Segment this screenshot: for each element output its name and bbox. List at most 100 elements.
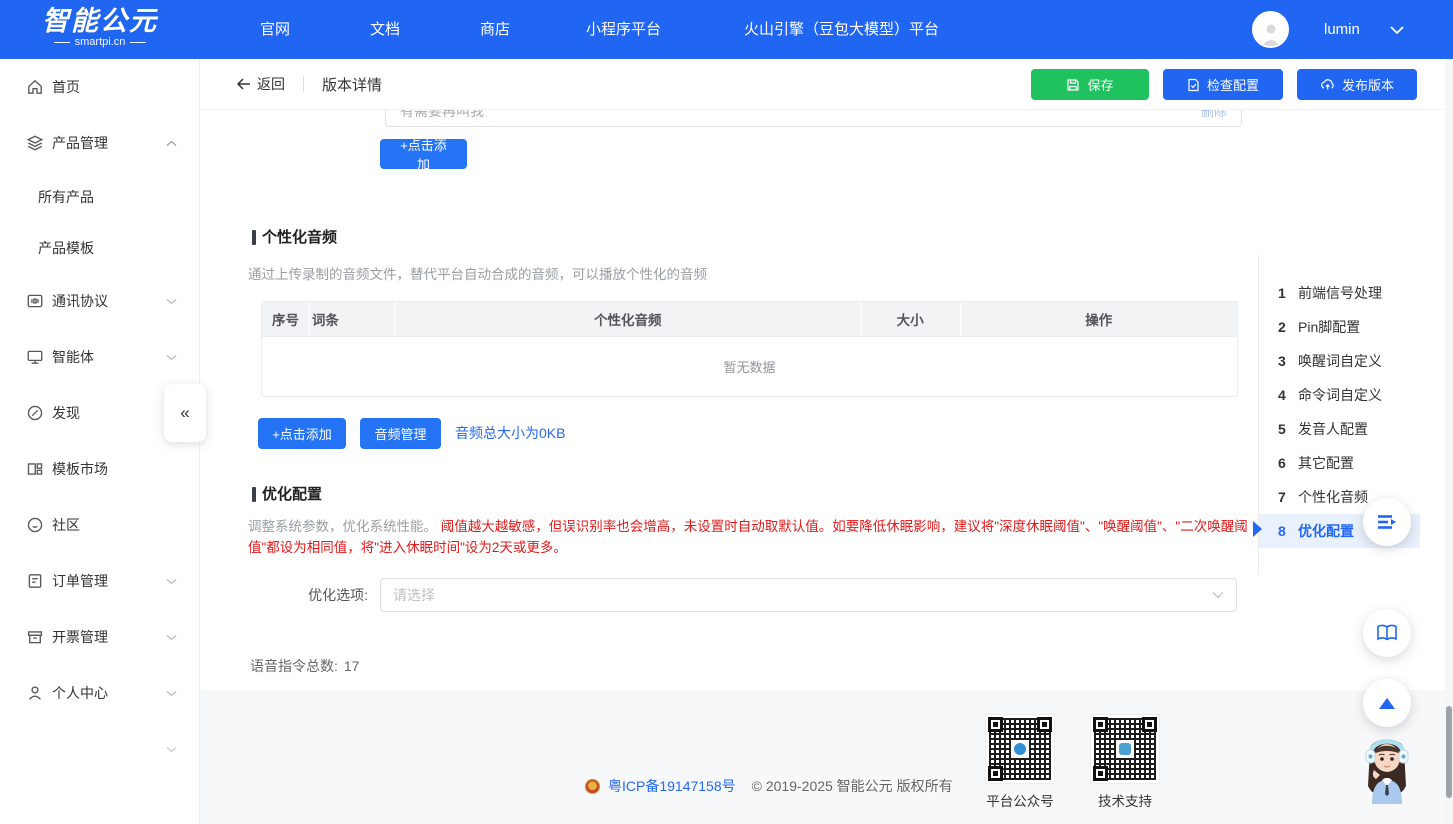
chevron-down-icon xyxy=(166,634,177,641)
sidebar-item-orders[interactable]: 订单管理 xyxy=(0,553,199,609)
qr2-label: 技术支持 xyxy=(1080,790,1170,810)
save-button[interactable]: 保存 xyxy=(1031,69,1149,100)
home-icon xyxy=(26,78,44,96)
collapse-icon: « xyxy=(180,403,189,423)
step-item-5[interactable]: 5发音人配置 xyxy=(1259,412,1420,446)
cloud-upload-icon xyxy=(1320,78,1335,91)
compass-icon xyxy=(26,404,44,422)
empty-state-text: 暂无数据 xyxy=(723,357,775,376)
sidebar-item-template-market[interactable]: 模板市场 xyxy=(0,441,199,497)
qr-code-tech-support xyxy=(1090,714,1160,784)
sidebar-item-products[interactable]: 产品管理 xyxy=(0,115,199,171)
main-area: 返回 版本详情 保存 检查配置 发布版本 有需要再叫我 删除 +点击添加 个性化… xyxy=(200,59,1453,824)
toc-toggle-button[interactable] xyxy=(1363,498,1411,546)
sidebar-item-product-templates[interactable]: 产品模板 xyxy=(0,222,199,273)
voice-command-total: 语音指令总数:17 xyxy=(250,656,359,676)
step-item-3[interactable]: 3唤醒词自定义 xyxy=(1259,344,1420,378)
assistant-mascot[interactable] xyxy=(1352,728,1422,804)
page-footer: 粤ICP备19147158号 © 2019-2025 智能公元 版权所有 平台公… xyxy=(200,690,1453,824)
check-config-button[interactable]: 检查配置 xyxy=(1163,69,1283,100)
add-item-button-top[interactable]: +点击添加 xyxy=(380,139,467,169)
chevron-down-icon xyxy=(166,298,177,305)
optimize-option-select[interactable]: 请选择 xyxy=(380,578,1237,612)
step-item-2[interactable]: 2Pin脚配置 xyxy=(1259,310,1420,344)
optimize-desc-gray: 调整系统参数，优化系统性能。 xyxy=(248,519,437,534)
top-navbar: 智能公元 smartpi.cn 官网 文档 商店 小程序平台 火山引擎（豆包大模… xyxy=(0,0,1453,59)
monitor-icon xyxy=(26,348,44,366)
optimize-section-desc: 调整系统参数，优化系统性能。 阈值越大越敏感，但误识别率也会增高，未设置时自动取… xyxy=(248,516,1250,558)
chevron-down-icon xyxy=(1212,591,1224,599)
personal-audio-table: 序号 词条 个性化音频 大小 操作 暂无数据 xyxy=(261,301,1238,397)
sidebar-item-home[interactable]: 首页 xyxy=(0,59,199,115)
divider xyxy=(303,76,304,92)
sidebar-item-protocol[interactable]: 通讯协议 xyxy=(0,273,199,329)
sidebar-item-all-products[interactable]: 所有产品 xyxy=(0,171,199,222)
qr1-label: 平台公众号 xyxy=(975,790,1065,810)
sidebar-item-agent[interactable]: 智能体 xyxy=(0,329,199,385)
police-badge-icon xyxy=(585,779,600,794)
protocol-icon xyxy=(26,292,44,310)
step-item-4[interactable]: 4命令词自定义 xyxy=(1259,378,1420,412)
qr-logo-icon xyxy=(1011,740,1029,758)
brand-logo[interactable]: 智能公元 smartpi.cn xyxy=(42,7,158,49)
chevron-down-icon xyxy=(166,354,177,361)
col-header-word: 词条 xyxy=(310,302,396,336)
page-scrollbar-thumb[interactable] xyxy=(1446,706,1452,798)
copyright-text: © 2019-2025 智能公元 版权所有 xyxy=(752,776,953,796)
sidebar-item-invoicing[interactable]: 开票管理 xyxy=(0,609,199,665)
save-icon xyxy=(1066,78,1080,92)
col-header-index: 序号 xyxy=(262,302,310,336)
icp-link[interactable]: 粤ICP备19147158号 xyxy=(608,776,736,796)
table-empty-row: 暂无数据 xyxy=(262,336,1237,396)
page-title: 版本详情 xyxy=(322,74,382,95)
audio-section-desc: 通过上传录制的音频文件，替代平台自动合成的音频，可以播放个性化的音频 xyxy=(248,263,707,283)
audio-section-title: 个性化音频 xyxy=(252,229,337,246)
order-icon xyxy=(26,572,44,590)
audio-total-size[interactable]: 音频总大小为0KB xyxy=(455,418,565,449)
docs-help-button[interactable] xyxy=(1363,609,1411,657)
nav-item-docs[interactable]: 文档 xyxy=(370,0,400,59)
select-placeholder: 请选择 xyxy=(393,585,1212,605)
col-header-audio: 个性化音频 xyxy=(396,302,861,336)
back-button[interactable]: 返回 xyxy=(236,74,285,94)
avatar[interactable] xyxy=(1252,11,1289,48)
nav-item-volcengine[interactable]: 火山引擎（豆包大模型）平台 xyxy=(744,0,939,59)
nav-item-official[interactable]: 官网 xyxy=(260,0,290,59)
col-header-size: 大小 xyxy=(861,302,961,336)
optimize-option-label: 优化选项: xyxy=(290,578,368,612)
col-header-actions: 操作 xyxy=(961,302,1237,336)
sidebar-item-extra[interactable] xyxy=(0,721,199,777)
add-audio-button[interactable]: +点击添加 xyxy=(258,418,346,449)
invoice-icon xyxy=(26,628,44,646)
sidebar-item-account[interactable]: 个人中心 xyxy=(0,665,199,721)
step-item-1[interactable]: 1前端信号处理 xyxy=(1259,276,1420,310)
nav-item-store[interactable]: 商店 xyxy=(480,0,510,59)
chevron-down-icon[interactable] xyxy=(1390,26,1404,34)
table-header-row: 序号 词条 个性化音频 大小 操作 xyxy=(262,302,1237,336)
layers-icon xyxy=(26,134,44,152)
list-arrow-icon xyxy=(1376,514,1398,530)
step-item-6[interactable]: 6其它配置 xyxy=(1259,446,1420,480)
chevron-down-icon xyxy=(166,578,177,585)
audio-manage-button[interactable]: 音频管理 xyxy=(360,418,441,449)
publish-version-button[interactable]: 发布版本 xyxy=(1297,69,1417,100)
back-to-top-button[interactable] xyxy=(1363,679,1411,727)
nav-item-miniprogram[interactable]: 小程序平台 xyxy=(586,0,661,59)
page-header: 返回 版本详情 保存 检查配置 发布版本 xyxy=(200,59,1453,110)
chevron-down-icon xyxy=(166,690,177,697)
optimize-section-title: 优化配置 xyxy=(252,486,322,503)
qr-code-official-account xyxy=(985,714,1055,784)
person-icon xyxy=(1258,20,1284,46)
document-check-icon xyxy=(1187,78,1200,92)
sidebar-collapse-button[interactable]: « xyxy=(164,384,206,442)
username[interactable]: lumin xyxy=(1324,0,1360,59)
open-book-icon xyxy=(1376,624,1398,642)
arrow-up-icon xyxy=(1379,698,1395,709)
brand-title: 智能公元 xyxy=(42,7,158,35)
sidebar-item-community[interactable]: 社区 xyxy=(0,497,199,553)
voice-command-count: 17 xyxy=(344,658,360,674)
smile-icon xyxy=(26,516,44,534)
user-icon xyxy=(26,684,44,702)
brand-subtitle: smartpi.cn xyxy=(42,35,158,49)
chevron-up-icon xyxy=(166,140,177,147)
